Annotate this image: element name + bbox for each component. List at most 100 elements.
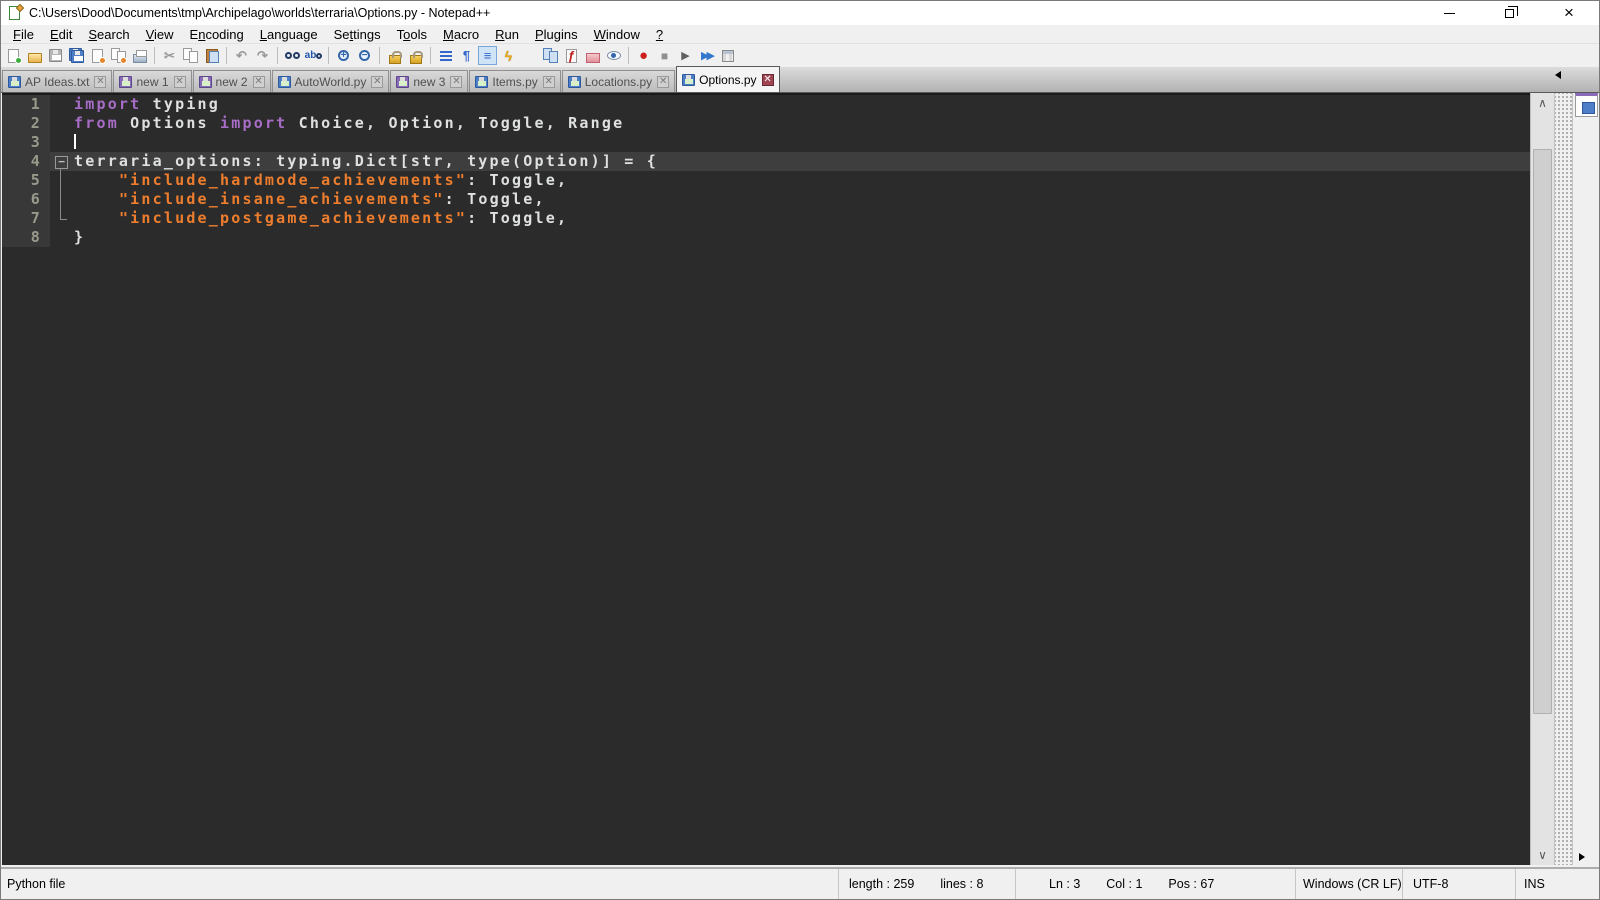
code-text: import typing [74,95,220,114]
tab-items-py[interactable]: Items.py ✕ [469,70,561,92]
zoom-out-icon[interactable]: − [355,46,374,65]
menu-file[interactable]: File [5,26,42,43]
line-number[interactable]: 1 [2,95,50,114]
run-macro-multiple-icon[interactable]: ▶▶ [697,46,716,65]
find-icon[interactable] [283,46,302,65]
token-kw: from [74,114,119,132]
function-list-icon[interactable]: ϟ [499,46,518,65]
token-df [74,190,119,208]
line-number[interactable]: 4 [2,152,50,171]
tab-close-icon[interactable]: ✕ [450,75,463,88]
tab-scroll-left-icon[interactable] [1555,71,1561,79]
menu-language[interactable]: Language [252,26,326,43]
code-line[interactable]: 6 "include_insane_achievements": Toggle, [2,190,1530,209]
tab-new-2[interactable]: new 2 ✕ [192,70,271,92]
scroll-up-icon[interactable]: ∧ [1531,93,1554,113]
fold-margin [50,228,74,247]
line-number[interactable]: 5 [2,171,50,190]
line-number[interactable]: 7 [2,209,50,228]
code-text: "include_insane_achievements": Toggle, [74,190,546,209]
tab-close-icon[interactable]: ✕ [173,75,186,88]
save-all-icon[interactable] [67,46,86,65]
code-line[interactable]: 5 "include_hardmode_achievements": Toggl… [2,171,1530,190]
cut-icon[interactable]: ✂ [160,46,179,65]
indent-guide-icon[interactable]: ≡ [478,46,497,65]
code-line[interactable]: 1 import typing [2,95,1530,114]
open-file-icon[interactable] [25,46,44,65]
minimize-button[interactable] [1419,1,1479,25]
undo-icon[interactable]: ↶ [232,46,251,65]
doc-type-label: Python file [7,877,66,891]
second-view-tab[interactable] [1575,93,1598,117]
close-button[interactable]: × [1539,1,1599,25]
code-line[interactable]: 4 terraria_options: typing.Dict[str, type… [2,152,1530,171]
new-file-icon[interactable] [4,46,23,65]
close-file-icon[interactable] [88,46,107,65]
menu-window[interactable]: Window [586,26,648,43]
scroll-down-icon[interactable]: ∨ [1531,845,1554,865]
view-splitter[interactable] [1554,93,1572,865]
close-all-icon[interactable] [109,46,128,65]
copy-icon[interactable] [181,46,200,65]
tab-close-icon[interactable]: ✕ [761,73,774,86]
document-map-icon[interactable] [520,46,539,65]
print-icon[interactable] [130,46,149,65]
sync-vertical-icon[interactable] [385,46,404,65]
restore-button[interactable] [1479,1,1539,25]
fold-collapse-icon[interactable] [50,152,74,171]
zoom-in-icon[interactable]: + [334,46,353,65]
tab-ap-ideas-txt[interactable]: AP Ideas.txt ✕ [2,70,113,92]
line-number[interactable]: 2 [2,114,50,133]
token-df: : Toggle, [467,209,569,227]
menu-search[interactable]: Search [80,26,137,43]
menu-encoding[interactable]: Encoding [182,26,252,43]
menu-settings[interactable]: Settings [326,26,389,43]
tab-close-icon[interactable]: ✕ [371,75,384,88]
line-number[interactable]: 3 [2,133,50,152]
code-line[interactable]: 8} [2,228,1530,247]
code-line[interactable]: 7 "include_postgame_achievements": Toggl… [2,209,1530,228]
tab-scroll-right-icon[interactable] [1579,853,1585,861]
redo-icon[interactable]: ↷ [253,46,272,65]
menu-macro[interactable]: Macro [435,26,487,43]
fold-margin [50,171,74,190]
code-editor[interactable]: 1 import typing 2 from Options import Choic… [2,93,1530,865]
stop-recording-icon[interactable]: ■ [655,46,674,65]
menu-?[interactable]: ? [648,26,671,43]
tab-new-3[interactable]: new 3 ✕ [390,70,469,92]
sync-horizontal-icon[interactable] [406,46,425,65]
scrollbar-thumb[interactable] [1533,149,1552,714]
menu-edit[interactable]: Edit [42,26,80,43]
run-script-icon[interactable]: ƒ [562,46,581,65]
code-text: } [74,228,85,247]
menu-plugins[interactable]: Plugins [527,26,586,43]
show-all-characters-icon[interactable]: ¶ [457,46,476,65]
save-macro-icon[interactable] [718,46,737,65]
paste-icon[interactable] [202,46,221,65]
record-macro-icon[interactable]: ● [634,46,653,65]
file-monitor-icon[interactable] [604,46,623,65]
document-switcher-icon[interactable] [541,46,560,65]
line-number[interactable]: 8 [2,228,50,247]
tab-autoworld-py[interactable]: AutoWorld.py ✕ [271,70,390,92]
playback-macro-icon[interactable]: ▶ [676,46,695,65]
code-line[interactable]: 3 [2,133,1530,152]
save-file-icon[interactable] [46,46,65,65]
line-number[interactable]: 6 [2,190,50,209]
code-line[interactable]: 2 from Options import Choice, Option, Tog… [2,114,1530,133]
tab-options-py[interactable]: Options.py ✕ [676,66,780,92]
tab-close-icon[interactable]: ✕ [542,75,555,88]
project-folder-icon[interactable] [583,46,602,65]
tab-new-1[interactable]: new 1 ✕ [113,70,192,92]
word-wrap-icon[interactable] [436,46,455,65]
tab-close-icon[interactable]: ✕ [657,75,670,88]
replace-icon[interactable]: ab [304,46,323,65]
menu-tools[interactable]: Tools [389,26,435,43]
menu-run[interactable]: Run [487,26,527,43]
menu-view[interactable]: View [138,26,182,43]
tab-close-icon[interactable]: ✕ [252,75,265,88]
vertical-scrollbar[interactable]: ∧ ∨ [1530,93,1554,865]
toolbar-separator [430,47,431,64]
tab-close-icon[interactable]: ✕ [94,75,107,88]
tab-locations-py[interactable]: Locations.py ✕ [561,70,676,92]
